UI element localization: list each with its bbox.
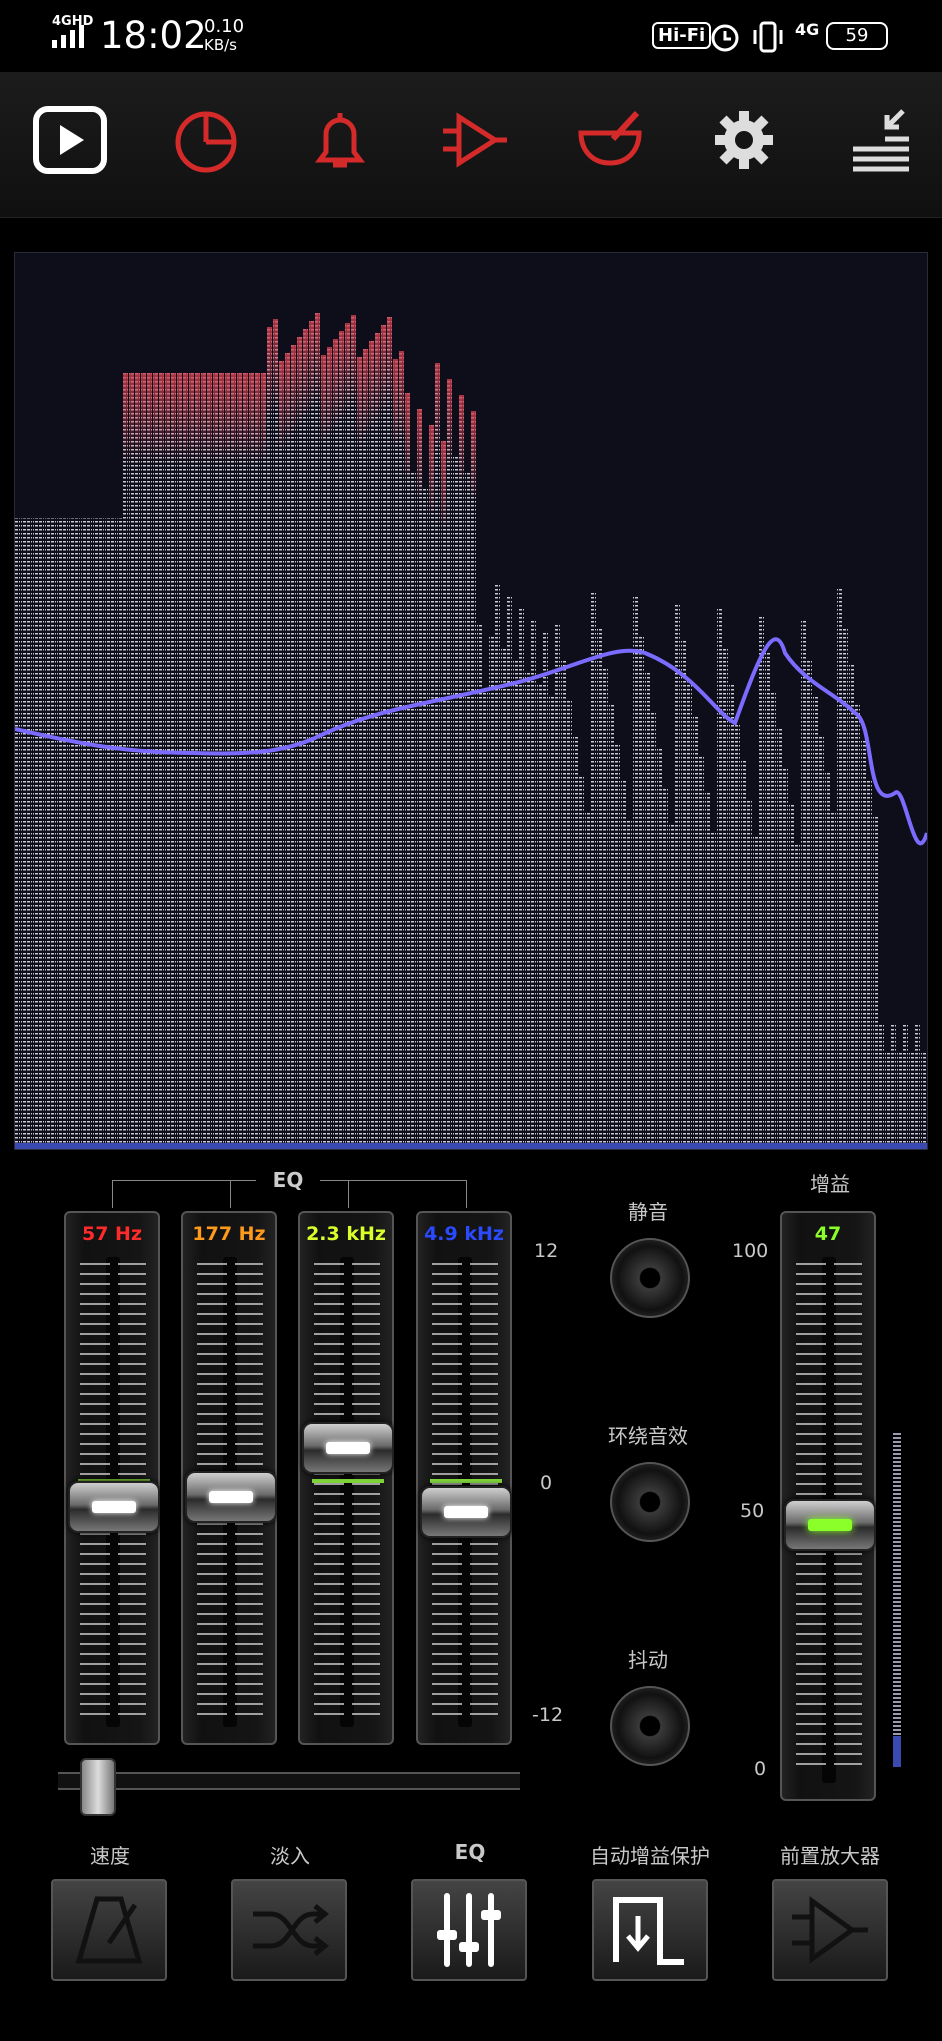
- eq-bracket-m2: [348, 1180, 349, 1208]
- tempo-label: 速度: [90, 1844, 130, 1868]
- battery-level: 59: [845, 25, 869, 46]
- alarm-button[interactable]: [300, 100, 380, 180]
- surround-toggle[interactable]: [610, 1462, 690, 1542]
- effects-button[interactable]: [570, 100, 650, 180]
- level-meter-fill: [893, 1736, 901, 1767]
- gain-label: 增益: [810, 1172, 850, 1196]
- gain-value: 47: [814, 1223, 842, 1245]
- timer-button[interactable]: [166, 100, 246, 180]
- fade-button[interactable]: [231, 1879, 347, 1981]
- balance-track[interactable]: [58, 1772, 520, 1790]
- eq-band-3-knob[interactable]: [302, 1421, 394, 1474]
- gain-scale-mid: 50: [740, 1500, 765, 1522]
- gain-scale-top: 100: [732, 1240, 769, 1262]
- play-button[interactable]: [30, 100, 110, 180]
- eq-scale-bottom: -12: [532, 1704, 564, 1726]
- mute-toggle[interactable]: [610, 1238, 690, 1318]
- eq-band-4-freq: 4.9 kHz: [424, 1223, 504, 1245]
- level-meter: [893, 1433, 901, 1767]
- play-icon: [33, 106, 107, 174]
- status-bar: 4GHD 18:02 0.10 KB/s Hi-Fi 4G 59: [0, 0, 942, 72]
- vibrate-icon: [750, 20, 786, 58]
- eq-band-2-freq: 177 Hz: [192, 1223, 266, 1245]
- spectrum-visualizer: [14, 252, 929, 1150]
- toolbar: [0, 72, 942, 218]
- settings-button[interactable]: [704, 100, 784, 180]
- agc-button[interactable]: [592, 1879, 708, 1981]
- zero-marker: [312, 1479, 384, 1483]
- preamp-label: 前置放大器: [780, 1844, 880, 1868]
- gain-scale-bottom: 0: [754, 1758, 767, 1780]
- eq-band-1-knob[interactable]: [68, 1480, 160, 1533]
- eq-band-4-knob[interactable]: [420, 1486, 512, 1538]
- cell-type: 4G: [795, 20, 820, 39]
- eq-band-4-slider[interactable]: 4.9 kHz: [416, 1211, 512, 1745]
- shuffle-icon: [253, 1904, 329, 1956]
- collapse-button[interactable]: [840, 100, 920, 180]
- eq-sliders-icon: [437, 1893, 501, 1967]
- collapse-menu-icon: [853, 109, 909, 172]
- tempo-button[interactable]: [51, 1879, 167, 1981]
- balance-knob[interactable]: [80, 1758, 116, 1816]
- dither-toggle[interactable]: [610, 1686, 690, 1766]
- eq-scale-top: 12: [534, 1240, 559, 1262]
- agc-icon: [613, 1897, 684, 1965]
- metronome-icon: [75, 1896, 143, 1964]
- mute-label: 静音: [628, 1200, 668, 1224]
- eq-band-2-slider[interactable]: 177 Hz: [181, 1211, 277, 1745]
- gain-knob[interactable]: [784, 1499, 876, 1551]
- eq-band-2-knob[interactable]: [185, 1471, 277, 1524]
- eq-scale-mid: 0: [540, 1472, 553, 1494]
- mortar-icon: [578, 110, 642, 166]
- preamp-button[interactable]: [772, 1879, 888, 1981]
- gain-slider[interactable]: 47: [780, 1211, 876, 1801]
- eq-button[interactable]: [411, 1879, 527, 1981]
- clock: 18:02: [100, 14, 207, 57]
- eq-label: EQ: [454, 1840, 486, 1864]
- amplifier-button[interactable]: [434, 100, 514, 180]
- fade-label: 淡入: [270, 1844, 310, 1868]
- eq-band-3-slider[interactable]: 2.3 kHz: [298, 1211, 394, 1745]
- preamp-icon: [792, 1896, 868, 1964]
- alarm-icon: [708, 20, 742, 58]
- eq-band-1-freq: 57 Hz: [81, 1223, 142, 1245]
- hifi-badge: Hi-Fi: [652, 22, 712, 49]
- net-speed-unit: KB/s: [204, 36, 237, 54]
- network-type: 4GHD: [52, 14, 94, 29]
- spectrum-bars: [14, 313, 929, 1149]
- battery-icon: 59: [826, 22, 888, 50]
- zero-marker: [430, 1479, 502, 1483]
- eq-bracket-m1: [230, 1180, 231, 1208]
- eq-band-3-freq: 2.3 kHz: [306, 1223, 386, 1245]
- surround-label: 环绕音效: [608, 1424, 688, 1448]
- pie-chart-icon: [175, 111, 237, 173]
- gear-icon: [715, 111, 773, 169]
- amplifier-icon: [443, 112, 507, 168]
- dither-label: 抖动: [628, 1648, 668, 1672]
- eq-bracket-left: [112, 1180, 113, 1208]
- net-speed-value: 0.10: [204, 16, 245, 37]
- eq-band-1-slider[interactable]: 57 Hz: [64, 1211, 160, 1745]
- eq-header: EQ: [256, 1168, 320, 1192]
- eq-bracket-right: [466, 1180, 467, 1208]
- agc-label: 自动增益保护: [590, 1844, 710, 1868]
- bell-icon: [315, 113, 365, 168]
